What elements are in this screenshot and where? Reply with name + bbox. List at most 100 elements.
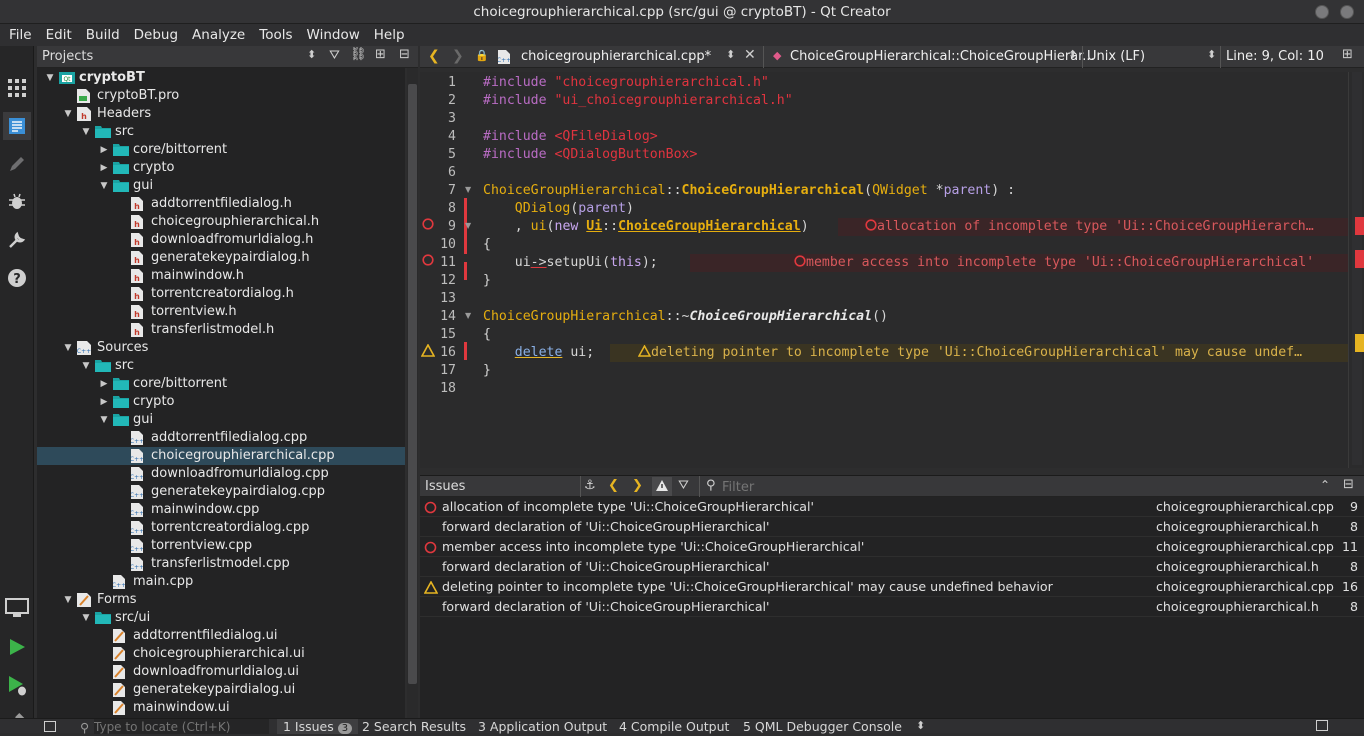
tree-item[interactable]: h transferlistmodel.h	[37, 321, 405, 339]
toggle-output-icon[interactable]	[1316, 720, 1328, 731]
tree-item[interactable]: C++ generatekeypairdialog.cpp	[37, 483, 405, 501]
tree-item[interactable]: C++ main.cpp	[37, 573, 405, 591]
fold-icon[interactable]: ▼	[465, 311, 471, 320]
line-ending-dropdown-icon[interactable]: ⬍	[1207, 48, 1216, 61]
tree-item[interactable]: C++ downloadfromurldialog.cpp	[37, 465, 405, 483]
debug-run-icon[interactable]	[3, 671, 31, 699]
tree-item[interactable]: generatekeypairdialog.ui	[37, 681, 405, 699]
close-window-button[interactable]	[1340, 5, 1354, 19]
code-editor[interactable]: #include "choicegrouphierarchical.h" #in…	[480, 72, 1348, 468]
toggle-sidebar-icon[interactable]	[44, 721, 56, 732]
run-icon[interactable]	[3, 633, 31, 661]
scrollbar-track[interactable]	[1352, 72, 1362, 465]
tab-qml-debugger-console[interactable]: 5 QML Debugger Console	[743, 719, 902, 734]
welcome-mode-icon[interactable]	[3, 74, 31, 102]
menu-help[interactable]: Help	[367, 27, 412, 43]
tree-item[interactable]: C++ transferlistmodel.cpp	[37, 555, 405, 573]
tree-item[interactable]: h mainwindow.h	[37, 267, 405, 285]
show-source-icon[interactable]: ⚓	[584, 478, 596, 493]
tree-item[interactable]: h torrentview.h	[37, 303, 405, 321]
tree-item[interactable]: downloadfromurldialog.ui	[37, 663, 405, 681]
tree-item[interactable]: C++ torrentcreatordialog.cpp	[37, 519, 405, 537]
tree-item[interactable]: mainwindow.ui	[37, 699, 405, 717]
line-ending-selector[interactable]: Unix (LF)	[1087, 49, 1145, 64]
expand-arrow-icon[interactable]: ▼	[63, 591, 73, 609]
issue-row[interactable]: forward declaration of 'Ui::ChoiceGroupH…	[420, 557, 1364, 577]
tree-item[interactable]: h torrentcreatordialog.h	[37, 285, 405, 303]
fold-icon[interactable]: ▼	[465, 185, 471, 194]
debug-mode-icon[interactable]	[3, 188, 31, 216]
tree-item[interactable]: ▼ gui	[37, 411, 405, 429]
issue-row[interactable]: forward declaration of 'Ui::ChoiceGroupH…	[420, 517, 1364, 537]
tree-item[interactable]: ▼ Qt cryptoBT	[37, 69, 405, 87]
design-mode-icon[interactable]	[3, 150, 31, 178]
issue-row[interactable]: forward declaration of 'Ui::ChoiceGroupH…	[420, 597, 1364, 617]
issue-row[interactable]: member access into incomplete type 'Ui::…	[420, 537, 1364, 557]
file-dropdown-icon[interactable]: ⬍	[726, 48, 735, 61]
cursor-position[interactable]: Line: 9, Col: 10	[1226, 49, 1324, 64]
tab-issues[interactable]: 1 Issues 3	[277, 719, 359, 734]
editor-scrollbar[interactable]	[1348, 72, 1364, 468]
tree-item[interactable]: C++ choicegrouphierarchical.cpp	[37, 447, 405, 465]
menu-file[interactable]: File	[2, 27, 39, 43]
edit-mode-icon[interactable]	[3, 112, 31, 140]
expand-arrow-icon[interactable]: ▼	[63, 105, 73, 123]
tree-item[interactable]: ▼ src/ui	[37, 609, 405, 627]
more-panes-icon[interactable]: ⬍	[916, 719, 925, 732]
expand-arrow-icon[interactable]: ▼	[81, 609, 91, 627]
tree-item[interactable]: ▼ h Headers	[37, 105, 405, 123]
tab-search-results[interactable]: 2 Search Results	[362, 719, 466, 734]
tree-item[interactable]: C++ addtorrentfiledialog.cpp	[37, 429, 405, 447]
expand-arrow-icon[interactable]: ▼	[63, 339, 73, 357]
close-sidebar-icon[interactable]: ⊟	[399, 47, 410, 62]
filter-icon[interactable]: ⛛	[329, 48, 340, 63]
tree-item[interactable]: addtorrentfiledialog.ui	[37, 627, 405, 645]
collapsed-arrow-icon[interactable]: ▶	[99, 393, 109, 411]
tree-item[interactable]: cryptoBT.pro	[37, 87, 405, 105]
tree-item[interactable]: h generatekeypairdialog.h	[37, 249, 405, 267]
menu-edit[interactable]: Edit	[39, 27, 79, 43]
menu-tools[interactable]: Tools	[252, 27, 299, 43]
expand-arrow-icon[interactable]: ▼	[99, 411, 109, 429]
tab-application-output[interactable]: 3 Application Output	[478, 719, 607, 734]
issues-filter-input[interactable]	[722, 478, 972, 496]
help-mode-icon[interactable]: ?	[3, 264, 31, 292]
expand-arrow-icon[interactable]: ▼	[45, 69, 55, 87]
tree-item[interactable]: ▼ gui	[37, 177, 405, 195]
symbol-selector[interactable]: ChoiceGroupHierarchical::ChoiceGroupHier…	[790, 49, 1095, 64]
menu-window[interactable]: Window	[300, 27, 367, 43]
project-tree-scrollbar[interactable]	[407, 68, 418, 718]
split-editor-icon[interactable]: ⊞	[1342, 47, 1353, 62]
collapsed-arrow-icon[interactable]: ▶	[99, 141, 109, 159]
symbol-dropdown-icon[interactable]: ⬍	[1068, 48, 1077, 61]
expand-arrow-icon[interactable]: ▼	[99, 177, 109, 195]
tree-item[interactable]: C++ mainwindow.cpp	[37, 501, 405, 519]
tree-item[interactable]: ▼ src	[37, 357, 405, 375]
menu-analyze[interactable]: Analyze	[185, 27, 252, 43]
issue-row[interactable]: deleting pointer to incomplete type 'Ui:…	[420, 577, 1364, 597]
back-icon[interactable]: ❮	[428, 48, 440, 64]
kit-selector-icon[interactable]	[3, 594, 31, 622]
filter-icon[interactable]: ⛛	[678, 478, 689, 493]
link-editor-icon[interactable]: ⛓	[350, 47, 367, 62]
tab-compile-output[interactable]: 4 Compile Output	[619, 719, 729, 734]
collapsed-arrow-icon[interactable]: ▶	[99, 375, 109, 393]
fold-icon[interactable]: ▼	[465, 221, 471, 230]
tree-item[interactable]: h choicegrouphierarchical.h	[37, 213, 405, 231]
open-file-tab[interactable]: choicegrouphierarchical.cpp*	[521, 49, 711, 64]
expand-arrow-icon[interactable]: ▼	[81, 357, 91, 375]
projects-title[interactable]: Projects	[42, 49, 93, 64]
projects-mode-icon[interactable]	[3, 226, 31, 254]
tree-item[interactable]: ▶ crypto	[37, 159, 405, 177]
expand-arrow-icon[interactable]: ▼	[81, 123, 91, 141]
minimize-button[interactable]	[1315, 5, 1329, 19]
menu-debug[interactable]: Debug	[127, 27, 185, 43]
tree-item[interactable]: ▶ crypto	[37, 393, 405, 411]
close-panel-icon[interactable]: ⊟	[1343, 477, 1354, 492]
tree-item[interactable]: C++ torrentview.cpp	[37, 537, 405, 555]
split-icon[interactable]: ⊞	[375, 47, 386, 62]
tree-item[interactable]: choicegrouphierarchical.ui	[37, 645, 405, 663]
next-issue-icon[interactable]: ❯	[632, 478, 643, 493]
tree-item[interactable]: ▼ src	[37, 123, 405, 141]
tree-item[interactable]: h addtorrentfiledialog.h	[37, 195, 405, 213]
